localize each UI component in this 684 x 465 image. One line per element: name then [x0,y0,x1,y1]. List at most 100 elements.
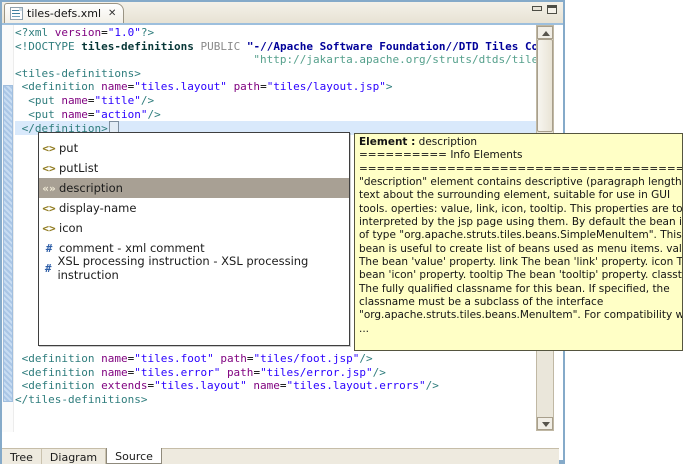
code-bottom: <definition name="tiles.foot" path="tile… [15,352,539,406]
tooltip-line: text about the surrounding element, suit… [359,189,671,202]
code-line[interactable]: <definition extends="tiles.layout" name=… [15,379,539,393]
content-assist-popup: <> put <> putList «» description <> display-nam… [38,132,350,346]
code-token: /> [425,379,439,393]
code-token: "tiles/foot.jsp" [253,352,360,365]
code-token: <!DOCTYPE [15,39,82,53]
code-token: "tiles/layout.jsp" [266,80,386,94]
code-line[interactable]: "http://jakarta.apache.org/struts/dtds/t… [15,53,539,67]
xml-file-icon [10,7,23,20]
completion-item-label: put [59,141,79,155]
code-token: <tiles-definitions> [15,66,141,80]
code-line[interactable]: <definition name="tiles.layout" path="ti… [15,80,539,94]
code-token: "tiles.layout" [134,80,227,94]
xml-element-icon: <> [42,161,56,175]
code-token: extends [101,379,148,393]
code-line[interactable]: <!DOCTYPE tiles-definitions PUBLIC "-//A… [15,40,539,54]
template-icon: # [44,261,52,275]
completion-item-description[interactable]: «» description [39,178,349,198]
code-token: name [101,352,128,365]
editor-tab-title: tiles-defs.xml [27,7,102,20]
code-token: name [101,365,128,379]
code-token: path [220,352,247,365]
page-tab-tree[interactable]: Tree [2,449,42,464]
editor-tab-bar: tiles-defs.xml ✕ [2,2,563,25]
code-token: "action" [94,107,148,121]
screenshot-canvas: tiles-defs.xml ✕ <?xml version="1.0"?> <!… [0,0,684,465]
tooltip-line: classname must be a subclass of the inte… [359,296,604,309]
tab-close-icon[interactable]: ✕ [108,8,116,19]
completion-item-icon[interactable]: <> icon [39,218,349,238]
page-tab-source[interactable]: Source [106,448,162,464]
arrow-up-icon [542,31,550,36]
code-token: = [101,26,108,39]
completion-item-putlist[interactable]: <> putList [39,158,349,178]
code-token: name [61,93,88,107]
scroll-up-button[interactable] [537,26,553,39]
code-token: "tiles.error" [134,365,221,379]
code-token: <?xml [15,26,55,39]
tooltip-body: ========== Info Elements ================… [359,149,682,336]
code-token: name [101,80,128,94]
editor-tab-tiles-defs[interactable]: tiles-defs.xml ✕ [4,3,125,23]
code-token: "tiles.layout" [154,379,247,393]
scroll-down-button[interactable] [537,417,553,430]
code-token: version [54,26,102,39]
code-line[interactable]: <definition name="tiles.foot" path="tile… [15,352,539,366]
bottom-page-tabs: Tree Diagram Source [2,448,559,464]
code-token: ?> [140,26,155,39]
completion-item-label: icon [59,221,83,235]
tooltip-line: "description" element contains descripti… [359,176,683,189]
completion-item-xsl[interactable]: # XSL processing instruction - XSL proces… [39,254,349,282]
arrow-down-icon [542,422,550,427]
code-token: "tiles.layout.errors" [286,379,426,393]
code-token: <put [15,107,62,121]
page-tab-diagram[interactable]: Diagram [42,449,107,464]
code-token: /> [372,365,386,379]
code-line[interactable]: <tiles-definitions> [15,67,539,81]
completion-item-label: description [59,181,123,195]
code-token: "http://jakarta.apache.org/struts/dtds/t… [253,53,539,67]
view-window-buttons [531,5,557,14]
xml-element-icon: «» [42,181,56,195]
tooltip-title-value: description [415,136,478,148]
tooltip-line: ========== Info Elements [359,149,523,162]
code-token: "1.0" [107,26,141,39]
code-token: > [385,80,393,94]
code-token: = [260,80,267,94]
tooltip-line: bean is useful to create list of beans u… [359,242,683,255]
code-token: "tiles/error.jsp" [260,365,373,379]
code-token: /> [359,352,373,365]
xml-element-icon: <> [42,221,56,235]
code-line[interactable]: </tiles-definitions> [15,393,539,407]
code-token: <put [15,93,62,107]
minimize-icon[interactable] [531,5,542,14]
code-token: "-//Apache Software Foundation//DTD Tile… [246,39,539,53]
code-token: "title" [94,93,141,107]
tooltip-line: ... [359,322,370,335]
code-line[interactable]: <put name="title"/> [15,94,539,108]
maximize-icon[interactable] [547,5,557,14]
code-token: </tiles-definitions> [15,392,148,406]
code-line[interactable]: <?xml version="1.0"?> [15,26,539,40]
tooltip-line: bean 'icon' property. tooltip The bean '… [359,269,683,282]
code-top: <?xml version="1.0"?> <!DOCTYPE tiles-def… [15,26,539,135]
tooltip-line: interpreted by the jsp page using them. … [359,216,683,229]
code-token: tiles-definitions [81,39,194,53]
code-line[interactable]: <definition name="tiles.error" path="til… [15,366,539,380]
vertical-scrollbar-thumb[interactable] [537,39,553,132]
tooltip-line: of type "org.apache.struts.tiles.beans.S… [359,229,682,242]
annotation-ruler[interactable] [2,25,14,432]
range-indicator [3,85,13,402]
code-token: <definition [15,379,102,393]
completion-item-display-name[interactable]: <> display-name [39,198,349,218]
tooltip-title: Element : description [359,136,682,149]
tooltip-line: tools. operties: value, link, icon, tool… [359,202,683,215]
completion-item-put[interactable]: <> put [39,138,349,158]
tooltip-line: The fully qualified classname for this b… [359,282,670,295]
code-token: PUBLIC [200,39,241,53]
code-line[interactable]: <put name="action"/> [15,108,539,122]
code-token: <definition [15,80,102,94]
code-token: path [233,80,261,94]
